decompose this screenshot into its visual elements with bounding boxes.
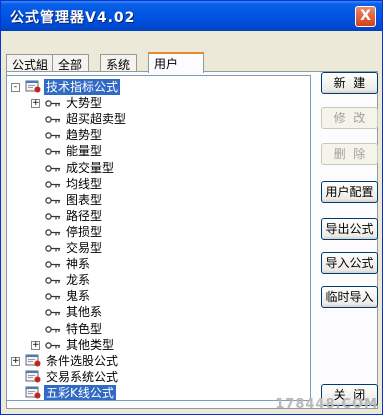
tree-node[interactable]: 交易型 — [7, 240, 310, 256]
tree-node[interactable]: 龙系 — [7, 272, 310, 288]
tab-system[interactable]: 系统 — [100, 54, 138, 72]
tree-node-label[interactable]: 交易系统公式 — [44, 369, 120, 385]
tree-node-label[interactable]: 技术指标公式 — [44, 79, 121, 95]
tree-node-label[interactable]: 能量型 — [64, 143, 104, 159]
window-title: 公式管理器V4.02 — [10, 10, 136, 26]
tree-node[interactable]: 趋势型 — [7, 127, 310, 143]
expand-icon[interactable]: + — [11, 356, 20, 366]
key-icon — [45, 325, 60, 333]
window-close-button[interactable]: X — [355, 6, 376, 27]
tree-node-label[interactable]: 特色型 — [64, 321, 104, 337]
tree-node[interactable]: 交易系统公式 — [7, 369, 310, 385]
formula-folder-icon — [25, 370, 41, 383]
key-icon — [45, 213, 60, 220]
tree-node[interactable]: 神系 — [7, 256, 310, 272]
tree-node[interactable]: 其他系 — [7, 304, 310, 320]
formula-tree[interactable]: - 技术指标公式 + 大势型 超买超卖型 趋势型 能量型 成交量型 均线型 图表型 路径型 停损型 交易… — [6, 75, 311, 401]
key-icon — [45, 180, 60, 188]
user-config-button[interactable]: 用户配置 — [321, 181, 378, 203]
tree-node-label[interactable]: 趋势型 — [64, 127, 104, 143]
formula-folder-icon — [25, 80, 41, 93]
tree-node-label[interactable]: 成交量型 — [64, 160, 116, 176]
tree-node[interactable]: 图表型 — [7, 192, 310, 208]
tree-node[interactable]: + 条件选股公式 — [7, 353, 310, 369]
tree-node-label[interactable]: 五彩K线公式 — [44, 384, 116, 400]
export-formula-button[interactable]: 导出公式 — [321, 218, 378, 240]
key-icon — [45, 293, 60, 300]
key-icon — [45, 309, 60, 317]
key-icon — [45, 164, 60, 172]
tree-node-label[interactable]: 路径型 — [64, 208, 104, 224]
tree-node-label[interactable]: 超买超卖型 — [64, 111, 128, 127]
modify-button[interactable]: 修 改 — [321, 107, 378, 129]
key-icon — [45, 196, 60, 204]
temp-import-button[interactable]: 临时导入 — [321, 286, 378, 308]
tree-node[interactable]: 成交量型 — [7, 160, 310, 176]
tree-node[interactable]: 停损型 — [7, 224, 310, 240]
key-icon — [45, 277, 60, 284]
key-icon — [45, 261, 60, 268]
tree-node-label[interactable]: 龙系 — [64, 272, 92, 288]
formula-folder-icon — [25, 354, 41, 367]
tree-node[interactable]: - 技术指标公式 — [7, 79, 310, 95]
tree-node[interactable]: 特色型 — [7, 321, 310, 337]
tree-node[interactable]: 超买超卖型 — [7, 111, 310, 127]
tree-node-label[interactable]: 神系 — [64, 256, 92, 272]
tree-node[interactable]: + 大势型 — [7, 95, 310, 111]
tree-node-label[interactable]: 条件选股公式 — [44, 353, 120, 369]
tree-node-label[interactable]: 图表型 — [64, 192, 104, 208]
tree-node-label[interactable]: 停损型 — [64, 224, 104, 240]
tree-node-label[interactable]: 其他类型 — [64, 337, 116, 353]
formula-folder-icon — [25, 386, 41, 399]
key-icon — [45, 100, 60, 107]
collapse-icon[interactable]: - — [11, 83, 20, 92]
tree-node[interactable]: 路径型 — [7, 208, 310, 224]
watermark: 178448.COM — [275, 397, 378, 412]
tree-node-label[interactable]: 鬼系 — [64, 288, 92, 304]
tree-node-label[interactable]: 均线型 — [64, 176, 104, 192]
tree-node[interactable]: 鬼系 — [7, 288, 310, 304]
new-button[interactable]: 新 建 — [321, 72, 378, 94]
tab-user[interactable]: 用户 — [148, 52, 204, 73]
expand-icon[interactable]: + — [31, 340, 40, 350]
key-icon — [45, 245, 60, 252]
delete-button[interactable]: 删 除 — [321, 143, 378, 165]
tree-node[interactable]: 能量型 — [7, 143, 310, 159]
key-icon — [45, 229, 60, 236]
tree-node[interactable]: + 其他类型 — [7, 337, 310, 353]
tree-node-label[interactable]: 其他系 — [64, 304, 104, 320]
tree-node-label[interactable]: 交易型 — [64, 240, 104, 256]
tab-formula-group[interactable]: 公式組 — [6, 54, 56, 72]
key-icon — [45, 116, 60, 123]
tree-node[interactable]: 均线型 — [7, 176, 310, 192]
key-icon — [45, 341, 60, 349]
key-icon — [45, 132, 60, 139]
tab-all[interactable]: 全部 — [52, 54, 90, 72]
tree-node-label[interactable]: 大势型 — [64, 95, 104, 111]
import-formula-button[interactable]: 导入公式 — [321, 252, 378, 274]
expand-icon[interactable]: + — [31, 99, 40, 109]
formula-manager-window: 公式管理器V4.02 X 公式組 全部 系统 用户 - 技术指标公式 + 大势型 超买超… — [0, 0, 383, 415]
key-icon — [45, 148, 60, 156]
title-bar[interactable]: 公式管理器V4.02 X — [1, 1, 382, 31]
tree-node[interactable]: 五彩K线公式 — [7, 384, 310, 400]
